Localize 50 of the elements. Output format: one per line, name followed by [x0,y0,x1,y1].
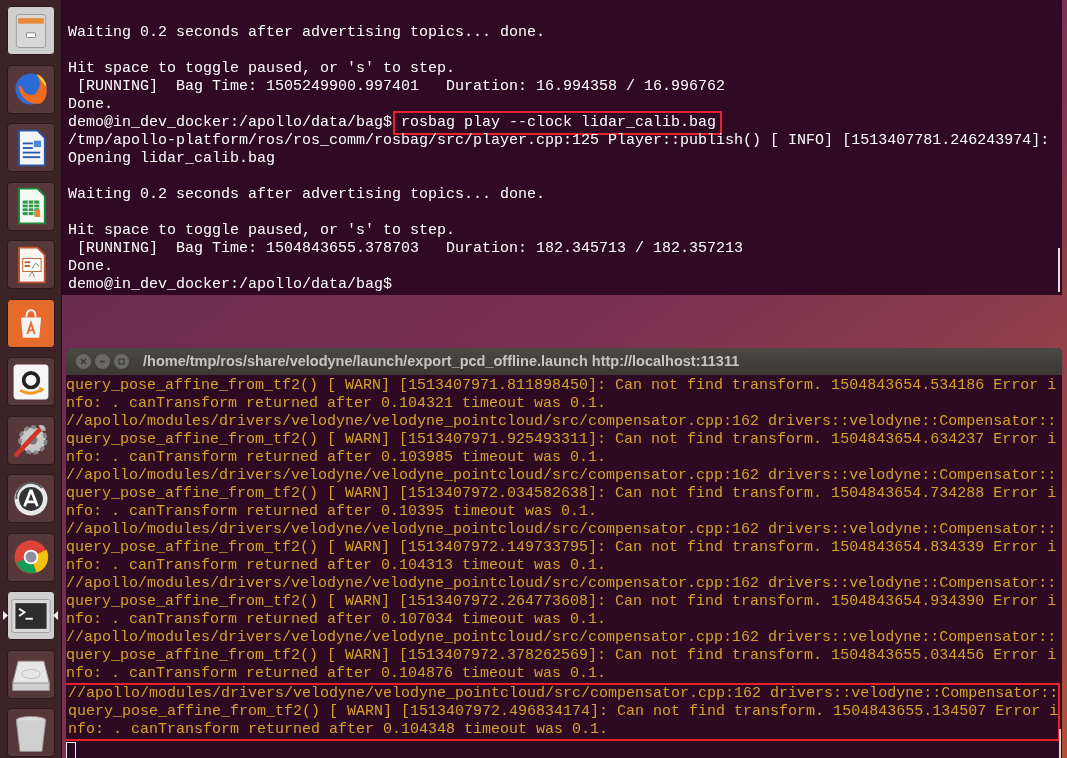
shell-prompt: demo@in_dev_docker:/apollo/data/bag$ [68,276,393,294]
log-line: //apollo/modules/drivers/velodyne/velodyne_pointcloud/src/compensator.cpp:162 drivers::velodyne::Compensator:: [66,521,1058,539]
scrollbar[interactable] [1058,248,1061,292]
log-line: query_pose_affine_from_tf2() [ WARN] [1513407971.811898450]: Can not find transform. 1504843654.534186 Error i [66,377,1058,395]
terminal-icon[interactable] [6,591,55,640]
terminal-line: Hit space to toggle paused, or 's' to step. [68,222,457,240]
log-line: nfo: . canTransform returned after 0.107034 timeout was 0.1. [66,611,608,629]
terminal-line: Waiting 0.2 seconds after advertising topics... done. [68,24,547,42]
log-line: //apollo/modules/drivers/velodyne/velodyne_pointcloud/src/compensator.cpp:162 drivers::velodyne::Compensator:: [66,467,1058,485]
close-icon [80,358,87,365]
window-title: /home/tmp/ros/share/velodyne/launch/export_pcd_offline.launch http://localhost:11311 [143,351,740,371]
document-icon[interactable] [6,123,55,172]
spreadsheet-icon[interactable] [6,181,55,231]
hard-drive-icon[interactable] [6,649,55,699]
log-line: nfo: . canTransform returned after 0.103985 timeout was 0.1. [66,449,608,467]
cabinet-icon[interactable] [6,6,55,55]
minimize-icon [99,358,106,365]
log-line: query_pose_affine_from_tf2() [ WARN] [1513407972.378262569]: Can not find transform. 1504843655.034456 Error i [66,647,1058,665]
log-line: query_pose_affine_from_tf2() [ WARN] [1513407972.034582638]: Can not find transform. 1504843654.734288 Error i [66,485,1058,503]
log-line: nfo: . canTransform returned after 0.104348 timeout was 0.1. [68,721,610,739]
log-line: query_pose_affine_from_tf2() [ WARN] [1513407971.925493311]: Can not find transform. 1504843654.634237 Error i [66,431,1058,449]
gear-wrench-icon[interactable] [6,415,55,465]
log-line: //apollo/modules/drivers/velodyne/velodyne_pointcloud/src/compensator.cpp:162 drivers::velodyne::Compensator:: [66,629,1058,647]
terminal-line: Opening lidar_calib.bag [68,150,277,168]
log-line: //apollo/modules/drivers/velodyne/velodyne_pointcloud/src/compensator.cpp:162 drivers::velodyne::Compensator:: [66,575,1058,593]
trash-icon[interactable] [6,708,55,757]
terminal-line: Done. [68,258,114,276]
globe-icon[interactable] [6,64,55,114]
shopping-bag-icon[interactable] [6,298,55,348]
log-line: query_pose_affine_from_tf2() [ WARN] [1513407972.149733795]: Can not find transform. 1504843654.834339 Error i [66,539,1058,557]
maximize-icon [118,358,125,365]
presentation-icon[interactable] [6,240,55,289]
text-cursor [66,742,76,758]
log-line: nfo: . canTransform returned after 0.104876 timeout was 0.1. [66,665,608,683]
log-line: //apollo/modules/drivers/velodyne/velodyne_pointcloud/src/compensator.cpp:162 drivers::velodyne::Compensator:: [66,413,1058,431]
log-line: nfo: . canTransform returned after 0.10395 timeout was 0.1. [66,503,599,521]
terminal-line: [RUNNING] Bag Time: 1505249900.997401 Duration: 16.994358 / 16.996762 [76,78,727,96]
scrollbar[interactable] [1059,729,1062,758]
terminal-line: Hit space to toggle paused, or 's' to step. [68,60,457,78]
log-line: query_pose_affine_from_tf2() [ WARN] [1513407972.264773608]: Can not find transform. 1504843654.934390 Error i [66,593,1058,611]
shell-prompt: demo@in_dev_docker:/apollo/data/bag$ [68,114,393,132]
log-line: nfo: . canTransform returned after 0.104313 timeout was 0.1. [66,557,608,575]
log-line: query_pose_affine_from_tf2() [ WARN] [1513407972.496834174]: Can not find transform. 1504843655.134507 Error i [68,703,1059,721]
terminal-line: [RUNNING] Bag Time: 1504843655.378703 Duration: 182.345713 / 182.357213 [76,240,745,258]
terminal-line: /tmp/apollo-platform/ros/ros_comm/rosbag/src/player.cpp:125 Player::publish() [ INFO] [1513407781.246243974]: [68,132,1051,150]
log-line: nfo: . canTransform returned after 0.104321 timeout was 0.1. [66,395,608,413]
log-line: //apollo/modules/drivers/velodyne/velodyne_pointcloud/src/compensator.cpp:162 drivers::velodyne::Compensator:: [68,685,1059,703]
terminal-line: Waiting 0.2 seconds after advertising topics... done. [68,186,547,204]
refresh-icon[interactable] [6,474,55,523]
terminal-line: Done. [68,96,114,114]
